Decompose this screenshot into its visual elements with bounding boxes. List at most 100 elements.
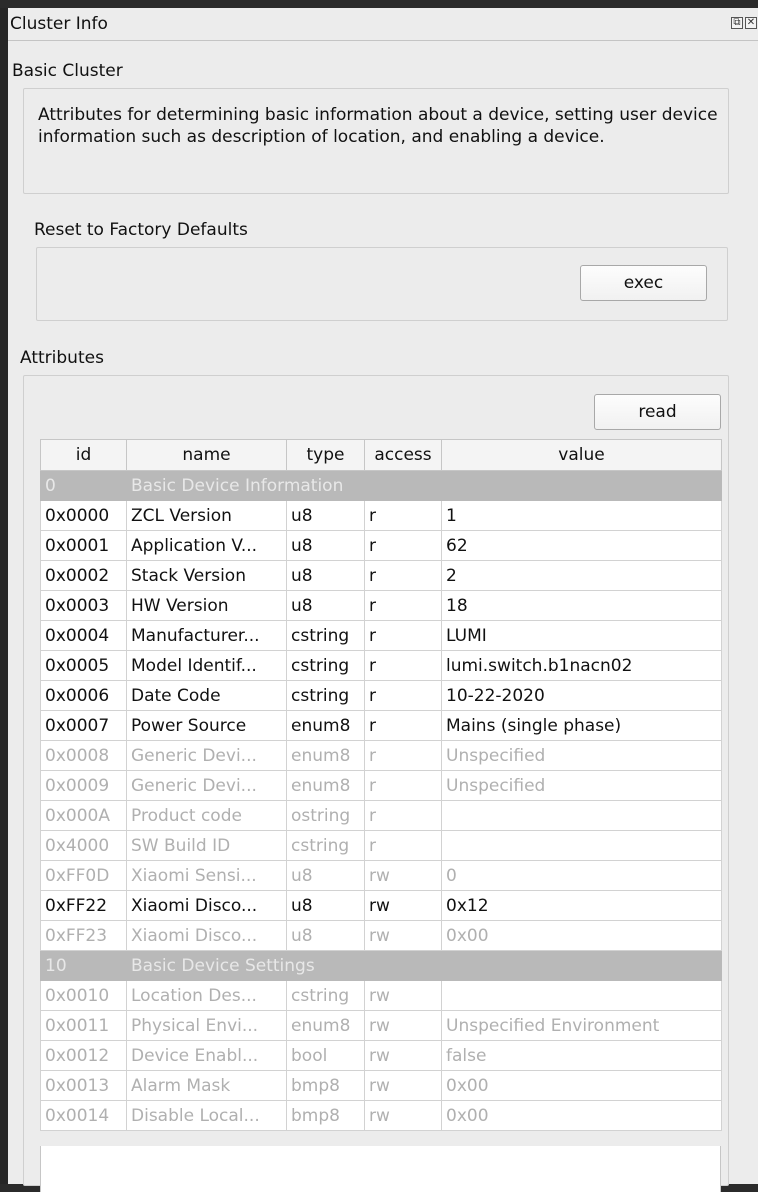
cell-id: 0x0008 [40,740,127,771]
cell-id: 0x4000 [40,830,127,861]
cell-id: 0x0001 [40,530,127,561]
cell-value: 1 [441,500,722,531]
column-header-name[interactable]: name [126,439,287,471]
column-header-type[interactable]: type [286,439,365,471]
section-name-cell: Basic Device Settings [126,950,722,981]
cell-type: cstring [286,650,365,681]
cell-id: 0xFF22 [40,890,127,921]
cell-access: r [364,770,442,801]
cell-name: Xiaomi Sensi... [126,860,287,891]
cell-access: rw [364,920,442,951]
cell-value: 0x00 [441,920,722,951]
cell-name: Generic Devi... [126,740,287,771]
cell-value: 0x12 [441,890,722,921]
column-header-value[interactable]: value [441,439,722,471]
cell-access: rw [364,1040,442,1071]
section-row[interactable]: 10 Basic Device Settings [40,950,722,981]
table-row[interactable]: 0x0009 Generic Devi... enum8 r Unspecified [40,770,722,801]
cell-access: r [364,710,442,741]
cell-id: 0x0000 [40,500,127,531]
cell-access: r [364,650,442,681]
cell-value [441,830,722,861]
cell-id: 0x0003 [40,590,127,621]
attributes-table: id name type access value 0 Basic Device … [40,439,722,1131]
cell-id: 0x0014 [40,1100,127,1131]
cell-access: rw [364,890,442,921]
panel-title: Cluster Info [10,14,108,34]
cluster-info-panel: Cluster Info ⧉ ✕ Basic Cluster Attribute… [0,8,758,1192]
cell-value: 18 [441,590,722,621]
cell-type: enum8 [286,1010,365,1041]
cell-value: 10-22-2020 [441,680,722,711]
section-row[interactable]: 0 Basic Device Information [40,470,722,501]
cell-access: r [364,830,442,861]
panel-titlebar: Cluster Info ⧉ ✕ [8,8,758,41]
table-row[interactable]: 0x0005 Model Identif... cstring r lumi.switc… [40,650,722,681]
table-row[interactable]: 0x0012 Device Enabl... bool rw false [40,1040,722,1071]
table-row[interactable]: 0x0000 ZCL Version u8 r 1 [40,500,722,531]
cell-value: Unspecified Environment [441,1010,722,1041]
table-row[interactable]: 0x000A Product code ostring r [40,800,722,831]
cell-name: Xiaomi Disco... [126,920,287,951]
table-row[interactable]: 0x0011 Physical Envi... enum8 rw Unspecified… [40,1010,722,1041]
section-name-cell: Basic Device Information [126,470,722,501]
close-icon[interactable]: ✕ [745,17,757,29]
table-row[interactable]: 0xFF22 Xiaomi Disco... u8 rw 0x12 [40,890,722,921]
cell-type: u8 [286,530,365,561]
cell-type: cstring [286,980,365,1011]
cell-access: rw [364,860,442,891]
cell-type: enum8 [286,710,365,741]
float-icon[interactable]: ⧉ [731,17,743,29]
cell-value: false [441,1040,722,1071]
cell-name: Alarm Mask [126,1070,287,1101]
cell-type: u8 [286,560,365,591]
table-row[interactable]: 0x0008 Generic Devi... enum8 r Unspecified [40,740,722,771]
column-header-access[interactable]: access [364,439,442,471]
table-row[interactable]: 0x0014 Disable Local... bmp8 rw 0x00 [40,1100,722,1131]
cell-id: 0xFF0D [40,860,127,891]
cell-name: Physical Envi... [126,1010,287,1041]
cell-type: enum8 [286,740,365,771]
cell-type: u8 [286,920,365,951]
cell-value: Unspecified [441,770,722,801]
cell-id: 0x0011 [40,1010,127,1041]
table-row[interactable]: 0x4000 SW Build ID cstring r [40,830,722,861]
section-id-cell: 0 [40,470,127,501]
cell-value: 0x00 [441,1100,722,1131]
cell-id: 0x0005 [40,650,127,681]
cell-value: lumi.switch.b1nacn02 [441,650,722,681]
exec-button[interactable]: exec [580,265,707,301]
column-header-id[interactable]: id [40,439,127,471]
cell-value: LUMI [441,620,722,651]
cell-access: rw [364,1070,442,1101]
cell-id: 0x0007 [40,710,127,741]
cell-type: cstring [286,680,365,711]
cell-name: Manufacturer... [126,620,287,651]
table-row[interactable]: 0x0002 Stack Version u8 r 2 [40,560,722,591]
cell-type: u8 [286,860,365,891]
cell-type: u8 [286,890,365,921]
table-row[interactable]: 0x0006 Date Code cstring r 10-22-2020 [40,680,722,711]
table-row[interactable]: 0x0013 Alarm Mask bmp8 rw 0x00 [40,1070,722,1101]
cell-value: 0x00 [441,1070,722,1101]
cell-id: 0x0012 [40,1040,127,1071]
cell-type: bool [286,1040,365,1071]
cell-type: cstring [286,830,365,861]
cell-value: 0 [441,860,722,891]
cell-name: Device Enabl... [126,1040,287,1071]
table-row[interactable]: 0x0001 Application V... u8 r 62 [40,530,722,561]
cell-type: bmp8 [286,1100,365,1131]
cell-value [441,800,722,831]
cell-type: bmp8 [286,1070,365,1101]
cell-access: r [364,680,442,711]
read-button[interactable]: read [594,394,721,430]
table-row[interactable]: 0x0004 Manufacturer... cstring r LUMI [40,620,722,651]
table-row[interactable]: 0x0010 Location Des... cstring rw [40,980,722,1011]
cluster-description: Attributes for determining basic informa… [38,105,718,147]
table-empty-area [40,1146,721,1192]
table-row[interactable]: 0x0007 Power Source enum8 r Mains (single ph… [40,710,722,741]
cell-name: Disable Local... [126,1100,287,1131]
table-row[interactable]: 0xFF0D Xiaomi Sensi... u8 rw 0 [40,860,722,891]
table-row[interactable]: 0x0003 HW Version u8 r 18 [40,590,722,621]
table-row[interactable]: 0xFF23 Xiaomi Disco... u8 rw 0x00 [40,920,722,951]
